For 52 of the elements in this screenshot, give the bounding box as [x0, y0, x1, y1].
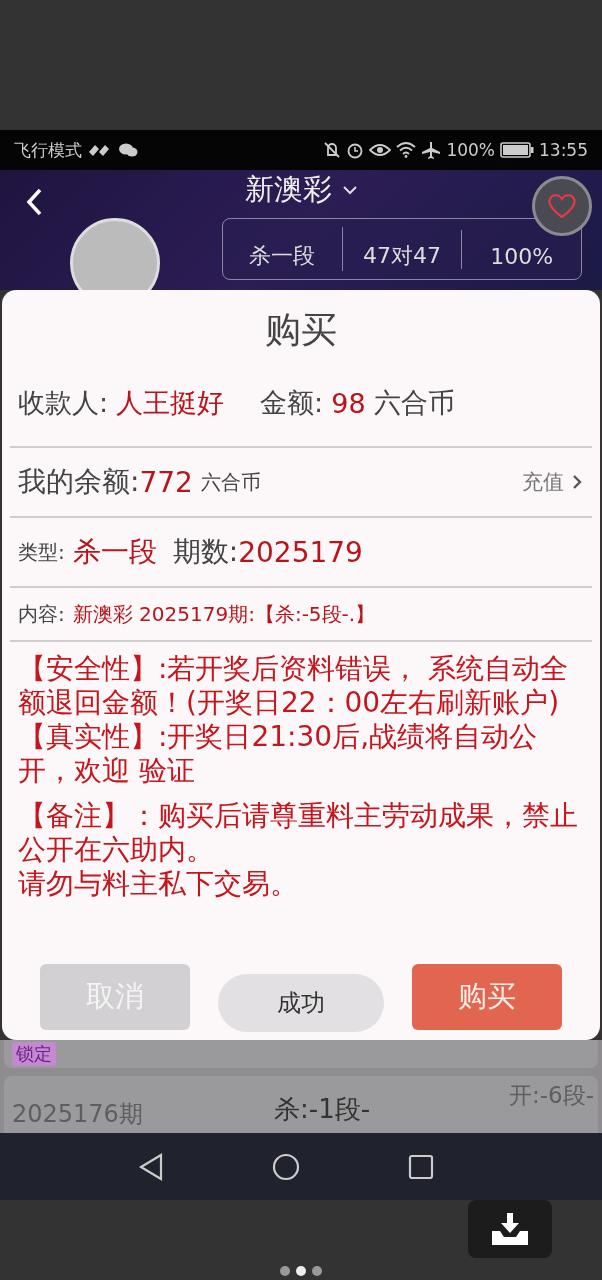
chevron-icon[interactable]: [572, 474, 582, 490]
wifi-icon: [396, 142, 417, 158]
download-button[interactable]: [468, 1200, 552, 1258]
airplane-mode-label: 飞行模式: [14, 138, 82, 162]
notice-text: 请勿与料主私下交易。: [18, 866, 299, 902]
mute-icon: [323, 141, 342, 159]
content-value: 新澳彩 2025179期:【杀:-5段-.】: [72, 600, 376, 628]
amount-label: 金额:: [260, 386, 324, 420]
favorite-button[interactable]: [532, 176, 592, 236]
battery-percent: 100%: [446, 140, 495, 160]
page-dot[interactable]: [312, 1266, 322, 1276]
airplane-icon: [421, 141, 442, 159]
notice-text: 【真实性】:开奖日21:30后,战绩将自动公开，欢迎 验证: [18, 720, 539, 789]
period-text: 2025176期: [12, 1099, 143, 1130]
notice-text: 【安全性】:若开奖后资料错误， 系统自动全额退回金额！(开奖日22：00左右刷新账户): [18, 652, 570, 721]
balance-value: 772: [139, 465, 193, 499]
amount-value: 98: [331, 387, 366, 419]
page-dot[interactable]: [296, 1266, 306, 1276]
battery-icon: [500, 142, 534, 158]
type-label: 类型:: [18, 538, 65, 566]
dialog-title: 购买: [264, 308, 338, 352]
lottery-selector[interactable]: 新澳彩: [244, 170, 332, 210]
content-label: 内容:: [18, 600, 65, 628]
clock: 13:55: [539, 140, 588, 160]
pick-text: 杀:-1段-: [274, 1093, 371, 1126]
primary-button[interactable]: 购买: [412, 964, 562, 1030]
download-icon[interactable]: [490, 1211, 530, 1247]
alarm-icon: [346, 141, 365, 159]
type-value: 杀一段: [72, 534, 157, 570]
caret-icon[interactable]: [341, 185, 358, 195]
neutral-button[interactable]: 成功: [218, 974, 384, 1032]
period-value: 2025179: [238, 535, 363, 569]
stat-value: 杀一段: [248, 242, 317, 270]
result-text: 开:-6段-: [509, 1081, 594, 1110]
payee-name: 人王挺好: [116, 386, 225, 420]
stat-value: 100%: [461, 229, 581, 269]
eye-icon: [369, 142, 392, 158]
amount-unit: 六合币: [373, 386, 455, 420]
balance-label: 我的余额:: [18, 464, 140, 500]
chat-icon: [118, 142, 138, 158]
page-dot[interactable]: [280, 1266, 290, 1276]
home-icon[interactable]: [272, 1152, 300, 1181]
status-tag: 锁定: [12, 1042, 56, 1066]
payee-label: 收款人:: [18, 386, 109, 420]
recents-icon[interactable]: [408, 1153, 434, 1180]
period-label: 期数:: [172, 534, 239, 570]
back-icon[interactable]: [138, 1152, 164, 1181]
balance-unit: 六合币: [200, 468, 261, 496]
recharge-link[interactable]: 充值: [522, 468, 564, 496]
stat-value: 47对47: [341, 227, 462, 271]
notice-text: 【备注】：购买后请尊重料主劳动成果，禁止公开在六助内。: [18, 798, 579, 867]
back-icon[interactable]: [24, 187, 44, 217]
